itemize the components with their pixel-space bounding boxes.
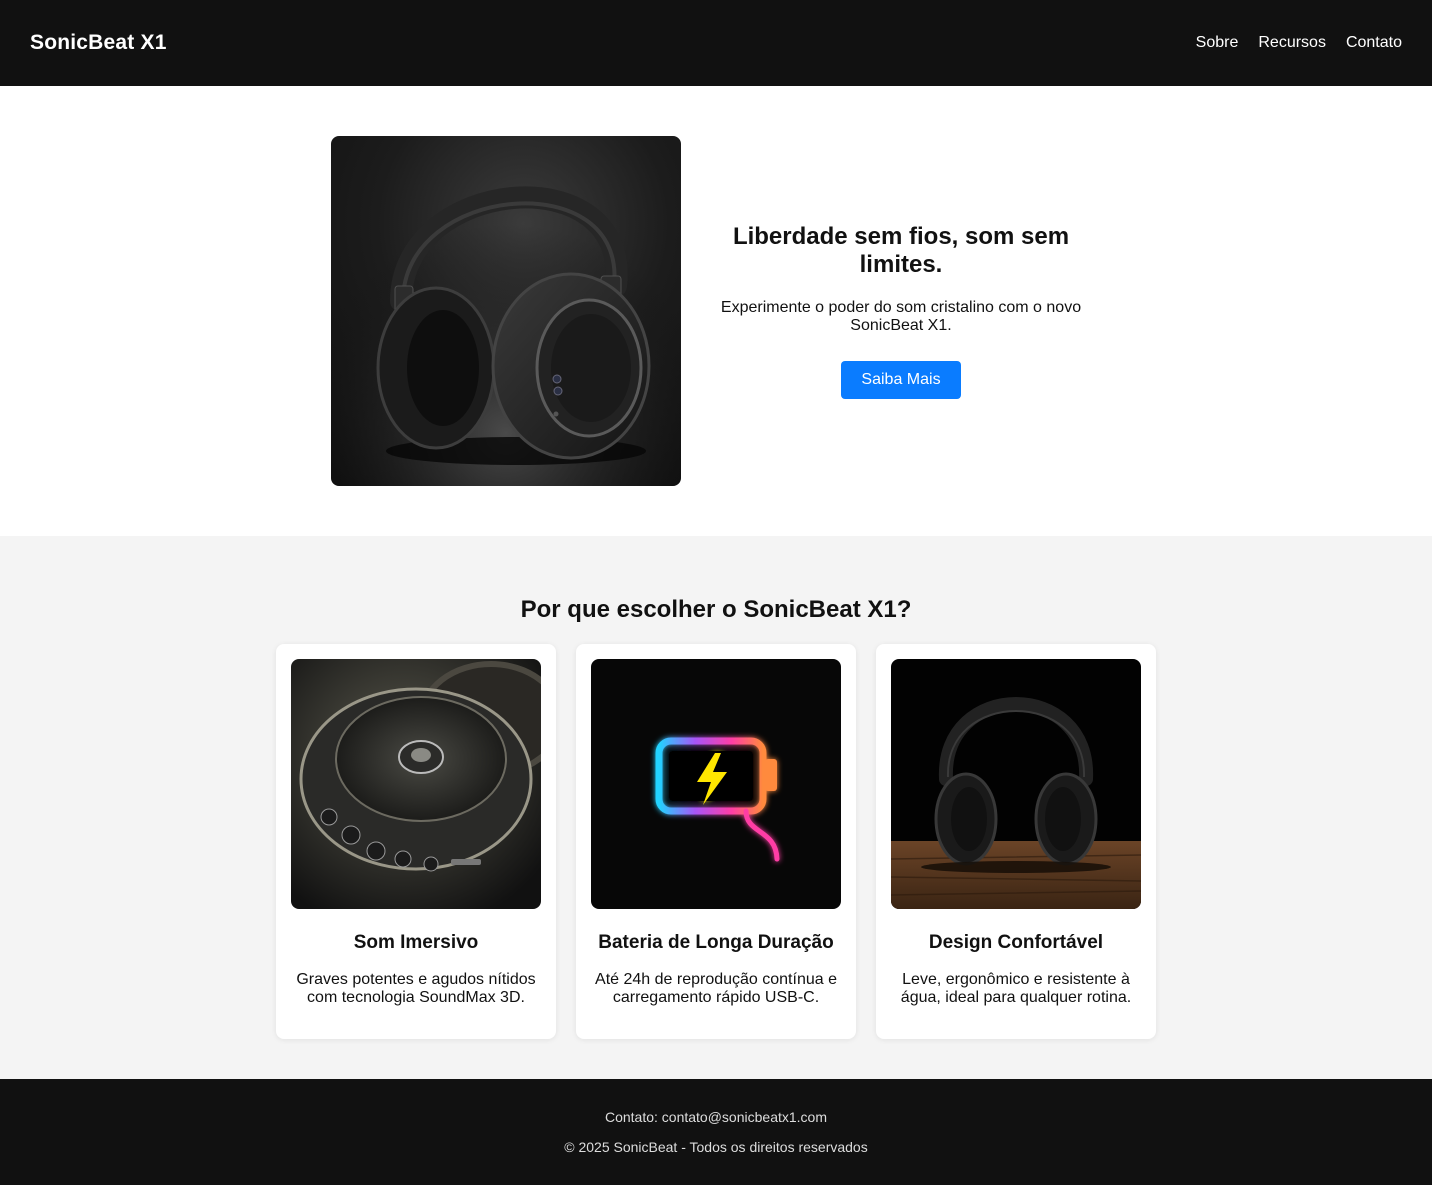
- hero-section: Liberdade sem fios, som sem limites. Exp…: [0, 86, 1432, 536]
- feature-card-som-imersivo: Som Imersivo Graves potentes e agudos ní…: [276, 644, 556, 1039]
- nav-link-contato[interactable]: Contato: [1346, 34, 1402, 52]
- footer-contact: Contato: contato@sonicbeatx1.com: [604, 1109, 827, 1125]
- features-title: Por que escolher o SonicBeat X1?: [520, 596, 912, 623]
- brand-logo[interactable]: SonicBeat X1: [30, 31, 167, 55]
- speaker-closeup-image: [291, 659, 541, 909]
- footer-copyright: © 2025 SonicBeat - Todos os direitos res…: [564, 1139, 868, 1155]
- card-description: Leve, ergonômico e resistente à água, id…: [900, 971, 1132, 1006]
- card-description: Até 24h de reprodução contínua e carrega…: [595, 971, 837, 1006]
- features-section: Por que escolher o SonicBeat X1? Som Ime…: [0, 536, 1432, 1079]
- card-title: Bateria de Longa Duração: [598, 932, 834, 953]
- top-navbar: SonicBeat X1 Sobre Recursos Contato: [0, 0, 1432, 86]
- nav-link-recursos[interactable]: Recursos: [1258, 34, 1326, 52]
- main-nav: Sobre Recursos Contato: [1196, 34, 1402, 52]
- card-description: Graves potentes e agudos nítidos com tec…: [296, 971, 536, 1006]
- hero-subtitle: Experimente o poder do som cristalino co…: [720, 299, 1082, 334]
- feature-cards: Som Imersivo Graves potentes e agudos ní…: [0, 644, 1432, 1039]
- feature-card-bateria: Bateria de Longa Duração Até 24h de repr…: [576, 644, 856, 1039]
- card-title: Som Imersivo: [353, 932, 479, 953]
- hero-headphones-image: [331, 136, 681, 486]
- hero-text: Liberdade sem fios, som sem limites. Exp…: [701, 223, 1101, 399]
- saiba-mais-button[interactable]: Saiba Mais: [841, 361, 961, 399]
- page-footer: Contato: contato@sonicbeatx1.com © 2025 …: [0, 1079, 1432, 1185]
- hero-title: Liberdade sem fios, som sem limites.: [732, 223, 1070, 278]
- feature-card-design: Design Confortável Leve, ergonômico e re…: [876, 644, 1156, 1039]
- neon-battery-image: [591, 659, 841, 909]
- card-title: Design Confortável: [928, 932, 1104, 953]
- nav-link-sobre[interactable]: Sobre: [1196, 34, 1239, 52]
- headphones-on-table-image: [891, 659, 1141, 909]
